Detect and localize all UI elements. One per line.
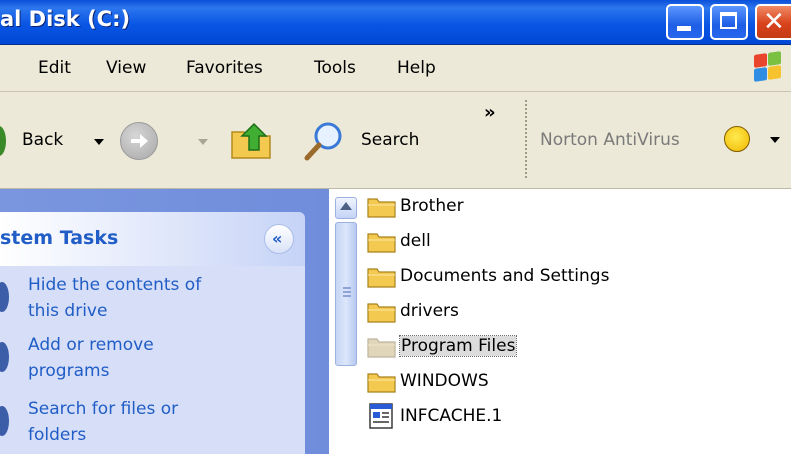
folder-icon bbox=[367, 268, 396, 288]
search-label: Search bbox=[361, 130, 420, 150]
norton-antivirus-icon[interactable] bbox=[724, 126, 750, 152]
menu-bar: Edit View Favorites Tools Help bbox=[0, 45, 791, 92]
task-search-files-icon bbox=[0, 406, 9, 436]
menu-tools[interactable]: Tools bbox=[314, 58, 356, 78]
back-button[interactable]: Back bbox=[0, 122, 110, 162]
forward-arrow-icon bbox=[131, 134, 148, 148]
folder-icon bbox=[367, 303, 396, 323]
file-name: Brother bbox=[400, 196, 464, 216]
search-icon bbox=[304, 122, 342, 161]
task-hide-drive-icon bbox=[0, 282, 9, 312]
system-tasks-title: stem Tasks bbox=[0, 227, 119, 249]
maximize-icon bbox=[720, 12, 737, 29]
folder-icon bbox=[367, 198, 396, 218]
back-arrow-icon bbox=[0, 126, 6, 156]
scroll-up-arrow-icon bbox=[340, 202, 352, 210]
toolbar-grip[interactable] bbox=[525, 100, 527, 180]
toolbar-overflow-chevron[interactable]: » bbox=[484, 102, 496, 123]
window-title: al Disk (C:) bbox=[0, 7, 131, 31]
scrollbar-grip-icon bbox=[343, 287, 351, 289]
folder-icon bbox=[367, 373, 396, 393]
windows-logo-icon bbox=[752, 51, 782, 83]
file-name: WINDOWS bbox=[400, 371, 489, 391]
back-label: Back bbox=[22, 130, 64, 150]
file-icon bbox=[369, 403, 393, 429]
task-pane: stem Tasks « Hide the contents of this d… bbox=[0, 189, 329, 454]
task-search-files[interactable]: Search for files or folders bbox=[0, 396, 178, 448]
menu-favorites[interactable]: Favorites bbox=[186, 58, 263, 78]
norton-antivirus-label[interactable]: Norton AntiVirus bbox=[540, 130, 680, 150]
system-tasks-body: Hide the contents of this drive Add or r… bbox=[0, 266, 305, 454]
file-name: INFCACHE.1 bbox=[400, 406, 503, 426]
file-name: Program Files bbox=[398, 335, 518, 357]
search-button[interactable]: Search bbox=[300, 116, 440, 166]
file-name: Documents and Settings bbox=[400, 266, 610, 286]
file-name: drivers bbox=[400, 301, 459, 321]
menu-help[interactable]: Help bbox=[397, 58, 436, 78]
task-add-remove-icon bbox=[0, 342, 9, 372]
folder-up-icon bbox=[231, 122, 271, 159]
collapse-chevron-icon: « bbox=[272, 229, 283, 248]
menu-edit[interactable]: Edit bbox=[38, 58, 71, 78]
task-hide-drive-contents[interactable]: Hide the contents of this drive bbox=[0, 272, 201, 324]
norton-dropdown-icon[interactable] bbox=[770, 137, 780, 143]
minimize-icon bbox=[677, 26, 691, 31]
menu-view[interactable]: View bbox=[106, 58, 146, 78]
file-name: dell bbox=[400, 231, 431, 251]
title-bar[interactable]: al Disk (C:) ✕ bbox=[0, 0, 791, 45]
file-list-pane: Brother dell Documents and Settings driv… bbox=[329, 189, 791, 454]
system-tasks-header[interactable]: stem Tasks « bbox=[0, 212, 305, 266]
scroll-up-button[interactable] bbox=[335, 197, 357, 219]
scrollbar-thumb[interactable] bbox=[335, 222, 357, 366]
maximize-button[interactable] bbox=[710, 4, 748, 40]
forward-dropdown-icon[interactable] bbox=[198, 139, 208, 145]
folder-icon bbox=[367, 233, 396, 253]
back-dropdown-icon bbox=[94, 139, 104, 145]
close-button[interactable]: ✕ bbox=[755, 4, 791, 40]
folder-up-button[interactable] bbox=[230, 120, 276, 166]
forward-button[interactable] bbox=[120, 122, 158, 160]
minimize-button[interactable] bbox=[666, 4, 704, 40]
close-icon: ✕ bbox=[763, 7, 785, 37]
standard-toolbar: Back Search » Norton AntiVirus bbox=[0, 92, 791, 189]
explorer-window: al Disk (C:) ✕ Edit View Favorites Tools… bbox=[0, 0, 791, 454]
collapse-button[interactable]: « bbox=[264, 224, 294, 254]
folder-icon bbox=[367, 338, 396, 358]
task-add-remove-programs[interactable]: Add or remove programs bbox=[0, 332, 154, 384]
